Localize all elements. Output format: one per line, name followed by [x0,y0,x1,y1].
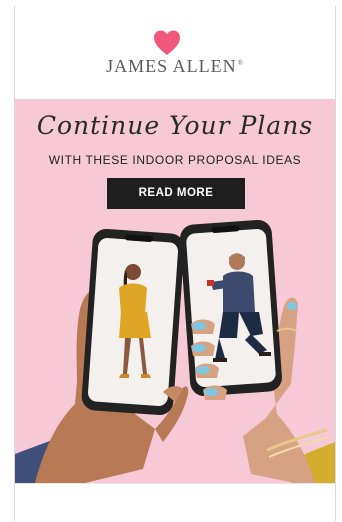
right-phone [180,219,282,397]
heart-logo-icon [154,30,180,55]
hero-script-title: Continue Your Plans [36,111,314,140]
hero-phones-image[interactable] [15,214,335,483]
hero-subtitle: WITH THESE INDOOR PROPOSAL IDEAS [48,153,302,167]
read-more-button[interactable]: READ MORE [107,178,245,209]
brand-header: JAMES ALLEN® [15,6,335,99]
registered-mark: ® [237,59,244,67]
footer-strip [15,483,335,522]
brand-logo[interactable]: JAMES ALLEN® [15,56,335,77]
email-frame: JAMES ALLEN® Continue Your Plans WITH TH… [14,6,336,522]
brand-name: JAMES ALLEN [106,56,237,76]
hero-banner[interactable]: Continue Your Plans WITH THESE INDOOR PR… [15,99,335,483]
